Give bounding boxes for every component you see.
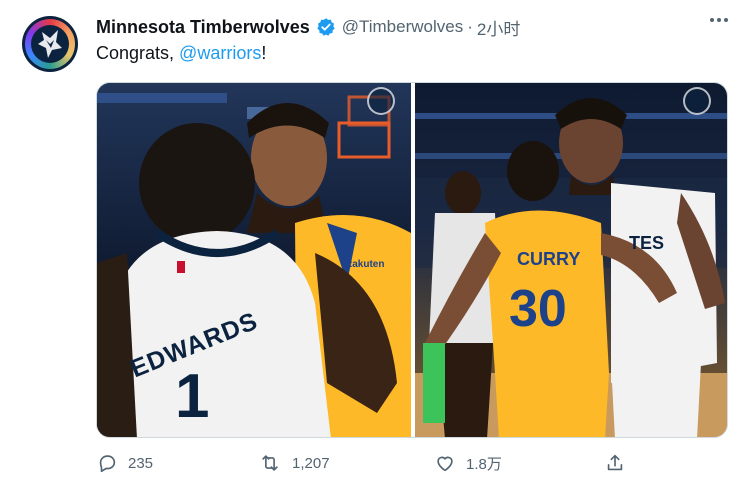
- more-options-icon[interactable]: [710, 18, 728, 22]
- tweet-text-suffix: !: [261, 43, 267, 63]
- wolves-watermark-icon: [367, 87, 395, 115]
- tweet-time[interactable]: 2小时: [477, 15, 520, 40]
- jersey-name-towns: TES: [629, 233, 665, 253]
- retweet-count: 1,207: [292, 454, 330, 472]
- jersey-sponsor: Rakuten: [345, 259, 385, 270]
- tweet-media: EDWARDS 1 Rakuten CURRY 30 TES: [96, 82, 728, 438]
- retweet-button[interactable]: 1,207: [258, 452, 330, 474]
- like-icon: [437, 456, 453, 472]
- photo-left[interactable]: EDWARDS 1 Rakuten: [97, 83, 411, 437]
- tweet-header: Minnesota Timberwolves @Timberwolves · 2…: [96, 14, 520, 40]
- tweet-actions: 235 1,207 1.8万: [96, 452, 728, 480]
- share-icon: [607, 454, 623, 471]
- avatar[interactable]: [22, 16, 78, 72]
- jersey-name-curry: CURRY: [517, 249, 581, 269]
- separator-dot: ·: [467, 17, 473, 36]
- tweet-text-prefix: Congrats,: [96, 43, 180, 63]
- reply-button[interactable]: 235: [96, 452, 153, 474]
- share-button[interactable]: [604, 452, 626, 474]
- author-name[interactable]: Minnesota Timberwolves: [96, 17, 310, 38]
- jersey-number-curry: 30: [509, 280, 567, 338]
- photo-right[interactable]: CURRY 30 TES: [415, 83, 727, 437]
- verified-badge-icon: [316, 17, 336, 37]
- mention-link[interactable]: @warriors: [179, 43, 261, 63]
- tweet-text: Congrats, @warriors!: [96, 43, 266, 64]
- wolves-logo-icon: [38, 30, 62, 58]
- like-button[interactable]: 1.8万: [434, 452, 502, 474]
- like-count: 1.8万: [466, 455, 502, 473]
- reply-count: 235: [128, 454, 154, 472]
- reply-icon: [99, 455, 116, 473]
- retweet-icon: [262, 455, 278, 471]
- wolves-watermark-icon: [683, 87, 711, 115]
- jersey-number-edwards: 1: [175, 362, 210, 431]
- author-handle[interactable]: @Timberwolves: [342, 17, 463, 37]
